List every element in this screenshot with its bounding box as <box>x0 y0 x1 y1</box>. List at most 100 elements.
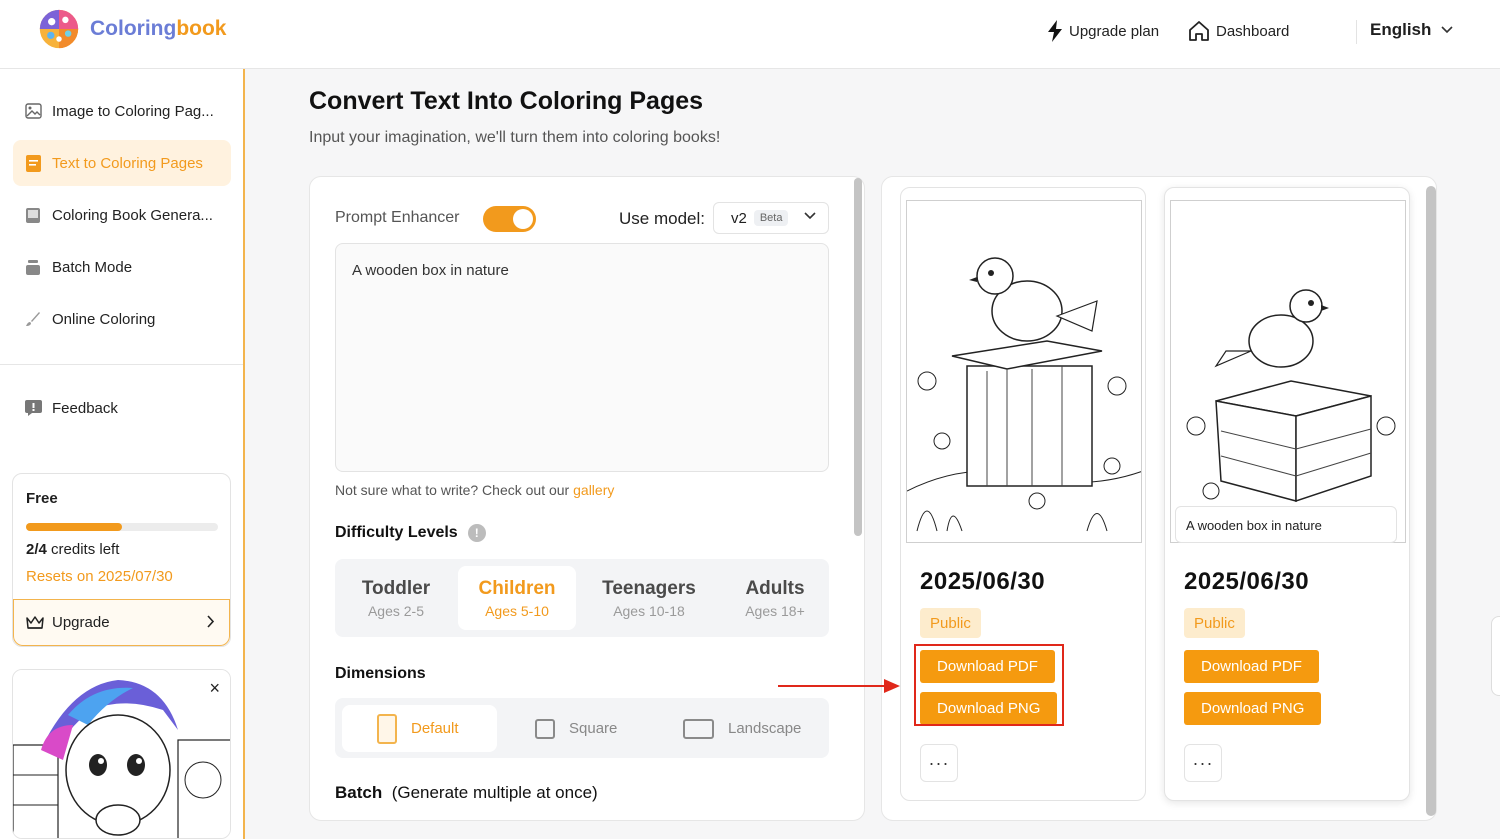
difficulty-name: Adults <box>745 577 805 599</box>
sidebar-item-online-coloring[interactable]: Online Coloring <box>13 296 231 342</box>
coloring-page-preview[interactable] <box>906 200 1142 543</box>
download-png-button[interactable]: Download PNG <box>1184 692 1322 725</box>
chevron-down-icon <box>1441 26 1453 34</box>
model-label: Use model: <box>619 209 705 228</box>
home-icon <box>1189 21 1209 41</box>
form-scrollbar[interactable] <box>854 178 862 536</box>
difficulty-ages: Ages 18+ <box>745 602 805 619</box>
square-shape-icon <box>535 718 555 739</box>
header-divider <box>1356 20 1357 44</box>
promo-banner[interactable]: × <box>12 669 231 839</box>
visibility-badge[interactable]: Public <box>920 608 981 638</box>
upgrade-plan-link[interactable]: Upgrade plan <box>1047 20 1159 42</box>
upgrade-plan-label: Upgrade plan <box>1069 22 1160 40</box>
bird-on-open-box-illustration <box>1171 201 1405 542</box>
sidebar-item-label: Feedback <box>52 399 118 417</box>
gallery-link[interactable]: gallery <box>573 482 614 498</box>
brand-name: Coloringbook <box>90 17 227 40</box>
difficulty-name: Children <box>478 577 556 599</box>
batch-heading: Batch (Generate multiple at once) <box>335 783 598 803</box>
credits-progress-fill <box>26 523 122 531</box>
dimension-label: Square <box>569 720 618 737</box>
page-subtitle: Input your imagination, we'll turn them … <box>309 129 721 146</box>
bird-on-box-illustration <box>907 201 1141 542</box>
info-icon[interactable]: ! <box>467 524 486 542</box>
sidebar-item-batch-mode[interactable]: Batch Mode <box>13 244 231 290</box>
batch-note: (Generate multiple at once) <box>391 783 598 802</box>
sidebar-divider <box>0 364 243 365</box>
difficulty-option-teenagers[interactable]: Teenagers Ages 10-18 <box>585 566 713 630</box>
dashboard-link[interactable]: Dashboard <box>1188 20 1289 42</box>
arrow-right-icon <box>778 679 900 693</box>
dimension-option-square[interactable]: Square <box>535 705 645 752</box>
top-header: Coloringbook Upgrade plan Dashboard Engl… <box>0 0 1500 69</box>
chevron-down-icon <box>804 212 816 220</box>
dimensions-selector: Default Square Landscape <box>335 698 829 758</box>
credits-value: 2/4 <box>26 541 47 558</box>
prompt-caption: A wooden box in nature <box>1175 506 1397 543</box>
stack-icon <box>24 258 42 276</box>
results-scrollbar[interactable] <box>1426 186 1436 816</box>
dimension-option-landscape[interactable]: Landscape <box>683 705 823 752</box>
difficulty-levels-heading: Difficulty Levels! <box>335 524 486 542</box>
result-date: 2025/06/30 <box>920 568 1046 595</box>
crown-icon <box>26 616 44 629</box>
difficulty-ages: Ages 2-5 <box>367 602 425 619</box>
dimension-label: Landscape <box>728 720 802 737</box>
difficulty-selector: Toddler Ages 2-5 Children Ages 5-10 Teen… <box>335 559 829 637</box>
sidebar-item-image-to-coloring[interactable]: Image to Coloring Pag... <box>13 88 231 134</box>
dimension-label: Default <box>411 720 459 737</box>
more-options-button[interactable]: ··· <box>920 744 958 782</box>
sidebar-item-coloring-book-generator[interactable]: Coloring Book Genera... <box>13 192 231 238</box>
more-options-button[interactable]: ··· <box>1184 744 1222 782</box>
close-icon[interactable]: × <box>209 678 220 699</box>
model-select[interactable]: v2 Beta <box>713 202 829 234</box>
sidebar-item-label: Online Coloring <box>52 310 156 328</box>
difficulty-ages: Ages 10-18 <box>613 602 685 619</box>
sidebar-item-label: Image to Coloring Pag... <box>52 102 214 120</box>
plan-card: Free 2/4 credits left Resets on 2025/07/… <box>12 473 231 647</box>
credits-progress-bar <box>26 523 218 531</box>
sidebar-item-text-to-coloring[interactable]: Text to Coloring Pages <box>13 140 231 186</box>
coloring-girl-illustration <box>13 670 230 838</box>
prompt-enhancer-toggle[interactable] <box>483 206 536 232</box>
language-selector[interactable]: English <box>1370 20 1453 40</box>
difficulty-ages: Ages 5-10 <box>485 602 549 619</box>
side-drawer-tab[interactable] <box>1491 616 1500 696</box>
image-icon <box>24 102 42 120</box>
download-buttons-highlight <box>914 644 1064 726</box>
brush-icon <box>24 310 42 328</box>
prompt-textarea[interactable]: A wooden box in nature <box>335 243 829 472</box>
coloring-page-preview[interactable] <box>1170 200 1406 543</box>
result-date: 2025/06/30 <box>1184 568 1310 595</box>
plan-name: Free <box>26 490 58 507</box>
page-title: Convert Text Into Coloring Pages <box>309 87 704 115</box>
sidebar-item-label: Batch Mode <box>52 258 133 276</box>
landscape-shape-icon <box>683 718 714 739</box>
chevron-right-icon <box>207 615 215 628</box>
difficulty-option-children[interactable]: Children Ages 5-10 <box>458 566 576 630</box>
difficulty-name: Toddler <box>361 577 431 599</box>
dimension-option-default[interactable]: Default <box>342 705 497 752</box>
toggle-knob <box>513 209 533 229</box>
sidebar-item-label: Text to Coloring Pages <box>52 154 203 172</box>
credits-reset-date: Resets on 2025/07/30 <box>26 568 173 585</box>
difficulty-name: Teenagers <box>602 577 696 599</box>
portrait-shape-icon <box>377 713 397 744</box>
logo[interactable]: Coloringbook <box>36 8 227 50</box>
visibility-badge[interactable]: Public <box>1184 608 1245 638</box>
credits-text: credits left <box>51 541 120 558</box>
model-value: v2 <box>731 209 747 227</box>
result-card: A wooden box in nature 2025/06/30 Public… <box>1164 187 1410 801</box>
palette-logo-icon <box>39 9 79 49</box>
upgrade-label: Upgrade <box>52 614 110 631</box>
download-pdf-button[interactable]: Download PDF <box>1184 650 1319 683</box>
difficulty-option-toddler[interactable]: Toddler Ages 2-5 <box>337 566 455 630</box>
sidebar-item-feedback[interactable]: Feedback <box>13 385 231 431</box>
upgrade-button[interactable]: Upgrade <box>13 599 230 646</box>
difficulty-option-adults[interactable]: Adults Ages 18+ <box>721 566 829 630</box>
hint-text: Not sure what to write? Check out our <box>335 482 570 498</box>
feedback-icon <box>24 399 42 417</box>
book-icon <box>24 206 42 224</box>
sidebar-item-label: Coloring Book Genera... <box>52 206 213 224</box>
